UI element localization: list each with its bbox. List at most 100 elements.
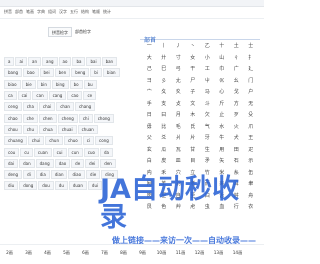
nav-item-pinyin[interactable]: 拼音: [4, 8, 12, 16]
stroke-page-link[interactable]: 6画: [76, 246, 95, 260]
nav-item-stats[interactable]: 统计: [103, 8, 111, 16]
radical-link[interactable]: 弓: [171, 64, 186, 75]
pinyin-link[interactable]: den: [100, 158, 116, 168]
pinyin-link[interactable]: dang: [35, 158, 54, 168]
radical-link[interactable]: 攴: [171, 99, 186, 110]
pinyin-link[interactable]: a: [4, 57, 15, 67]
radical-link[interactable]: 夂: [157, 87, 172, 98]
pinyin-link[interactable]: da: [99, 147, 113, 157]
radical-link[interactable]: 工: [200, 64, 215, 75]
nav-item-words[interactable]: 组词: [48, 8, 56, 16]
pinyin-link[interactable]: du: [54, 181, 68, 191]
pinyin-link[interactable]: chuan: [77, 124, 98, 134]
stroke-page-link[interactable]: 13画: [209, 246, 228, 260]
pinyin-link[interactable]: cun: [67, 147, 83, 157]
pinyin-link[interactable]: diao: [68, 170, 86, 180]
nav-item-dict[interactable]: 字典: [37, 8, 45, 16]
pinyin-link[interactable]: ao: [58, 57, 72, 67]
pinyin-link[interactable]: chuo: [64, 136, 82, 146]
pinyin-link[interactable]: cha: [22, 102, 38, 112]
pinyin-link[interactable]: beng: [71, 68, 90, 78]
stroke-page-link[interactable]: 11画: [171, 246, 190, 260]
pinyin-link[interactable]: cheng: [57, 113, 78, 123]
radical-link[interactable]: 幺: [229, 76, 244, 87]
radical-link[interactable]: 目: [186, 156, 201, 167]
radical-link[interactable]: 方: [229, 99, 244, 110]
pinyin-link[interactable]: chen: [38, 113, 57, 123]
tab-radical-lookup[interactable]: 部首检字: [72, 27, 94, 37]
radical-link[interactable]: 片: [186, 133, 201, 144]
pinyin-link[interactable]: cu: [20, 147, 33, 157]
pinyin-link[interactable]: cui: [52, 147, 67, 157]
radical-link[interactable]: 手: [142, 99, 157, 110]
stroke-page-link[interactable]: 4画: [38, 246, 57, 260]
radical-link[interactable]: 气: [200, 122, 215, 133]
radical-link[interactable]: 屮: [200, 76, 215, 87]
radical-link[interactable]: 夊: [171, 87, 186, 98]
pinyin-link[interactable]: dai: [4, 158, 19, 168]
pinyin-link[interactable]: ci: [82, 136, 95, 146]
pinyin-link[interactable]: chang: [74, 102, 96, 112]
radical-link[interactable]: 丿: [171, 41, 186, 52]
radical-link[interactable]: 爻: [157, 133, 172, 144]
radical-link[interactable]: 田: [229, 145, 244, 156]
radical-link[interactable]: 宀: [142, 87, 157, 98]
pinyin-link[interactable]: chong: [93, 113, 114, 123]
pinyin-link[interactable]: bai: [86, 57, 101, 67]
stroke-page-link[interactable]: 14画: [228, 246, 247, 260]
pinyin-link[interactable]: diu: [4, 181, 19, 191]
pinyin-link[interactable]: ang: [42, 57, 58, 67]
radical-link[interactable]: 尢: [171, 76, 186, 87]
pinyin-link[interactable]: che: [22, 113, 38, 123]
radical-link[interactable]: 彐: [142, 76, 157, 87]
radical-link[interactable]: 己: [142, 64, 157, 75]
radical-link[interactable]: 廴: [244, 64, 259, 75]
pinyin-link[interactable]: chuang: [4, 136, 27, 146]
pinyin-link[interactable]: bei: [39, 68, 54, 78]
stroke-page-link[interactable]: 8画: [114, 246, 133, 260]
pinyin-link[interactable]: deng: [4, 170, 23, 180]
radical-link[interactable]: 歹: [229, 110, 244, 121]
radical-link[interactable]: 用: [215, 145, 230, 156]
radical-link[interactable]: 欠: [200, 110, 215, 121]
pinyin-link[interactable]: bin: [36, 79, 51, 89]
radical-link[interactable]: 巾: [215, 64, 230, 75]
radical-link[interactable]: 瓦: [171, 145, 186, 156]
stroke-page-link[interactable]: 3画: [19, 246, 38, 260]
pinyin-link[interactable]: cou: [4, 147, 20, 157]
radical-link[interactable]: 乙: [200, 41, 215, 52]
pinyin-link[interactable]: chui: [27, 136, 45, 146]
pinyin-link[interactable]: ca: [4, 91, 17, 101]
pinyin-link[interactable]: ce: [83, 91, 97, 101]
radical-link[interactable]: 斗: [200, 99, 215, 110]
pinyin-link[interactable]: dia: [35, 170, 50, 180]
radical-link[interactable]: 广: [229, 64, 244, 75]
radical-link[interactable]: 缶: [244, 168, 259, 179]
pinyin-link[interactable]: dan: [19, 158, 35, 168]
radical-link[interactable]: 牛: [215, 133, 230, 144]
pinyin-link[interactable]: dou: [38, 181, 54, 191]
radical-link[interactable]: 户: [244, 87, 259, 98]
pinyin-link[interactable]: chua: [39, 124, 57, 134]
radical-link[interactable]: 牙: [200, 133, 215, 144]
pinyin-link[interactable]: dong: [19, 181, 38, 191]
pinyin-link[interactable]: cai: [17, 91, 32, 101]
radical-link[interactable]: 毋: [142, 122, 157, 133]
radical-link[interactable]: 斤: [215, 99, 230, 110]
pinyin-link[interactable]: an: [28, 57, 42, 67]
stroke-page-link[interactable]: 10画: [152, 246, 171, 260]
radical-link[interactable]: 衣: [244, 202, 259, 213]
radical-link[interactable]: 彡: [157, 76, 172, 87]
radical-link[interactable]: 毛: [171, 122, 186, 133]
radical-link[interactable]: 戈: [229, 87, 244, 98]
radical-link[interactable]: 示: [244, 156, 259, 167]
pinyin-link[interactable]: bo: [69, 79, 83, 89]
radical-link[interactable]: 生: [200, 145, 215, 156]
radical-link[interactable]: 瓜: [157, 145, 172, 156]
pinyin-link[interactable]: di: [23, 170, 35, 180]
radical-link[interactable]: 王: [244, 133, 259, 144]
radical-link[interactable]: 皿: [171, 156, 186, 167]
radical-link[interactable]: 寸: [171, 53, 186, 64]
radical-link[interactable]: 尸: [186, 76, 201, 87]
pinyin-link[interactable]: chuai: [57, 124, 77, 134]
